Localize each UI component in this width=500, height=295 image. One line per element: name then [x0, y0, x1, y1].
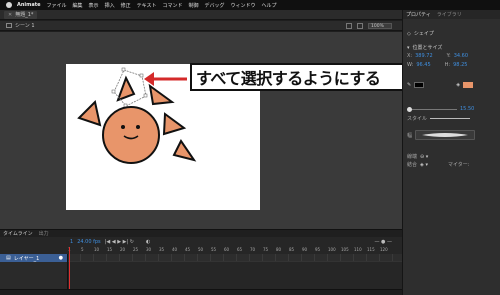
frame-ruler: 1 5 10 15 20 25 30 35 40 45 50 55 60 65 … — [68, 247, 402, 254]
pencil-icon: ✎ — [407, 82, 412, 88]
width-profile-select[interactable] — [415, 130, 476, 140]
ruler-tick: 85 — [289, 247, 295, 252]
menu-help[interactable]: ヘルプ — [262, 2, 277, 9]
document-tab-title: 無題_1* — [15, 12, 34, 18]
playhead[interactable] — [69, 247, 70, 295]
join-label: 結合 — [407, 162, 418, 168]
ruler-tick: 120 — [380, 247, 388, 252]
scene-icon — [6, 23, 12, 28]
style-label: スタイル — [407, 116, 428, 122]
ruler-tick: 115 — [367, 247, 375, 252]
scene-name[interactable]: シーン 1 — [15, 22, 35, 29]
menu-insert[interactable]: 挿入 — [105, 2, 115, 9]
ruler-tick: 110 — [354, 247, 362, 252]
close-icon[interactable]: ✕ — [8, 12, 12, 18]
timeline-footer — [0, 289, 402, 295]
width-label: 幅 — [407, 132, 413, 139]
x-label: X: — [407, 53, 413, 59]
menu-debug[interactable]: デバッグ — [204, 2, 224, 9]
document-tab[interactable]: ✕ 無題_1* — [4, 10, 38, 19]
stage-pasteboard[interactable] — [0, 32, 402, 229]
ruler-tick: 70 — [250, 247, 256, 252]
style-select[interactable] — [430, 118, 471, 119]
stroke-width-value[interactable]: 15.50 — [460, 106, 474, 112]
menu-file[interactable]: ファイル — [47, 2, 67, 9]
menu-bar: Animate ファイル 編集 表示 挿入 修正 テキスト コマンド 制御 デバ… — [0, 0, 500, 10]
snap-icon[interactable] — [346, 22, 352, 29]
clip-icon[interactable] — [357, 22, 363, 29]
ruler-tick: 15 — [107, 247, 113, 252]
zoom-select[interactable]: 100% — [368, 22, 392, 29]
menu-text[interactable]: テキスト — [137, 2, 157, 9]
zoom-slider[interactable]: — ● — — [374, 239, 392, 245]
ruler-tick: 90 — [302, 247, 308, 252]
ruler-tick: 105 — [341, 247, 349, 252]
ruler-tick: 20 — [120, 247, 126, 252]
layer-icon: ▤ — [6, 255, 11, 261]
playback-controls[interactable]: |◀ ◀ ▶ ▶| ↻ — [105, 239, 134, 245]
ruler-tick: 10 — [94, 247, 100, 252]
fps-value[interactable]: 24.00 fps — [77, 239, 100, 245]
menu-modify[interactable]: 修正 — [121, 2, 131, 9]
layer-name[interactable]: レイヤー_1 — [14, 255, 40, 262]
fill-bucket-icon: ◈ — [456, 82, 461, 88]
ruler-tick: 5 — [81, 247, 84, 252]
frame-counter[interactable]: 1 — [70, 239, 73, 245]
onion-skin-icon[interactable]: ◐ — [146, 239, 150, 245]
w-label: W: — [407, 62, 414, 68]
ruler-tick: 25 — [133, 247, 139, 252]
document-tab-row: ✕ 無題_1* — [0, 10, 402, 20]
shape-icon: ◇ — [407, 30, 411, 37]
menu-commands[interactable]: コマンド — [162, 2, 182, 9]
fill-color-swatch[interactable] — [463, 82, 474, 88]
menu-view[interactable]: 表示 — [89, 2, 99, 9]
apple-icon[interactable] — [6, 2, 12, 8]
cap-label: 線端 — [407, 154, 418, 160]
width-profile-icon — [422, 133, 469, 137]
ruler-tick: 45 — [185, 247, 191, 252]
ruler-tick: 60 — [224, 247, 230, 252]
y-value[interactable]: 34.60 — [454, 53, 468, 59]
ruler-tick: 35 — [159, 247, 165, 252]
menu-window[interactable]: ウィンドウ — [231, 2, 256, 9]
w-value[interactable]: 96.45 — [416, 62, 430, 68]
h-value[interactable]: 98.25 — [453, 62, 467, 68]
tab-properties[interactable]: プロパティ — [406, 11, 431, 18]
properties-panel: プロパティ ライブラリ ◇ シェイプ ▾ 位置とサイズ X: 389.72 Y:… — [402, 10, 500, 295]
ruler-tick: 80 — [276, 247, 282, 252]
chevron-down-icon[interactable]: ▾ — [407, 45, 410, 51]
ruler-tick: 65 — [237, 247, 243, 252]
timeline-panel: タイムライン 出力 1 24.00 fps |◀ ◀ ▶ ▶| ↻ ◐ — ● … — [0, 229, 402, 295]
h-label: H: — [444, 62, 451, 68]
menu-edit[interactable]: 編集 — [73, 2, 83, 9]
tab-output[interactable]: 出力 — [39, 230, 49, 237]
cap-select[interactable]: ⊖ ▾ — [420, 154, 428, 160]
stroke-color-swatch[interactable] — [414, 82, 425, 88]
miter-label: マイター: — [447, 162, 470, 168]
eye-icon[interactable]: ● — [59, 255, 63, 261]
join-select[interactable]: ◈ ▾ — [420, 162, 428, 168]
ruler-tick: 40 — [172, 247, 178, 252]
ruler-tick: 75 — [263, 247, 269, 252]
menu-control[interactable]: 制御 — [188, 2, 198, 9]
stroke-width-slider[interactable] — [407, 106, 457, 112]
app-menu[interactable]: Animate — [17, 2, 41, 8]
edit-bar: シーン 1 100% — [0, 21, 402, 31]
ruler-tick: 30 — [146, 247, 152, 252]
tab-library[interactable]: ライブラリ — [437, 11, 462, 18]
frame-row[interactable] — [68, 254, 402, 262]
ruler-tick: 100 — [328, 247, 336, 252]
position-size-section[interactable]: 位置とサイズ — [413, 44, 443, 51]
annotation-callout: すべて選択するようにする — [190, 63, 412, 91]
ruler-tick: 55 — [211, 247, 217, 252]
layer-row[interactable]: ▤ レイヤー_1 ● — [0, 254, 67, 262]
ruler-tick: 95 — [315, 247, 321, 252]
object-type: シェイプ — [413, 31, 434, 37]
ruler-tick: 50 — [198, 247, 204, 252]
x-value[interactable]: 389.72 — [415, 53, 433, 59]
tab-timeline[interactable]: タイムライン — [3, 230, 33, 237]
y-label: Y: — [446, 53, 451, 59]
